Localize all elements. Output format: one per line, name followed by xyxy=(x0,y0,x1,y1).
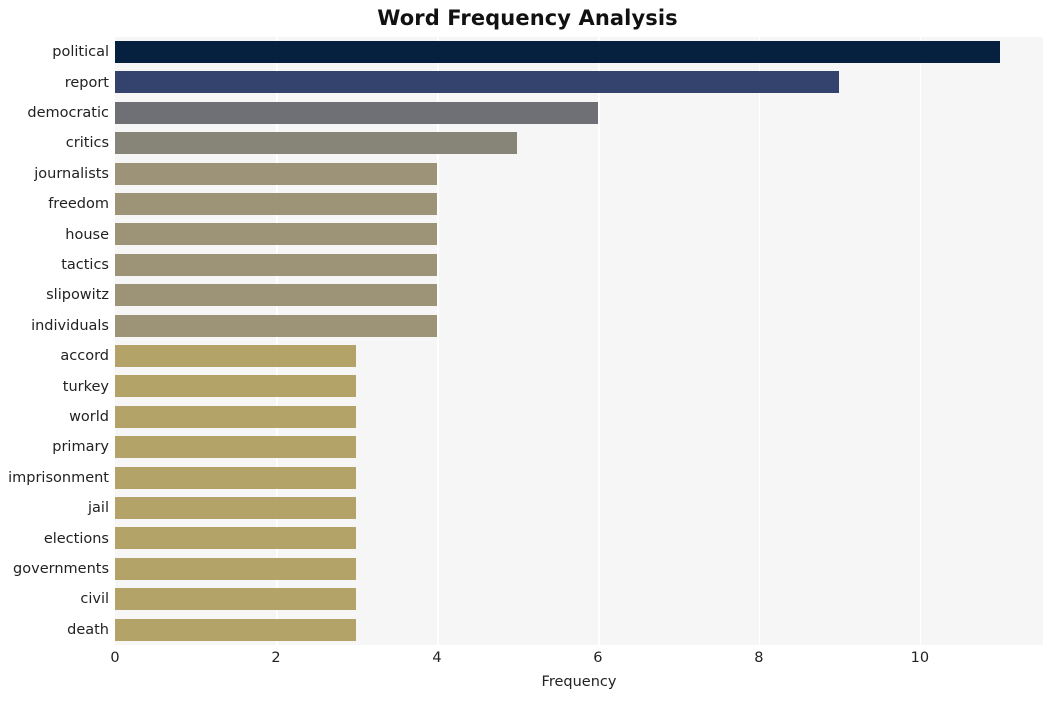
bars-layer xyxy=(115,37,1043,645)
x-tick-label-6: 6 xyxy=(593,650,603,666)
bar-slipowitz[interactable] xyxy=(115,284,437,307)
y-tick-label-democratic: democratic xyxy=(27,105,109,121)
y-tick-label-civil: civil xyxy=(80,591,109,608)
bar-freedom[interactable] xyxy=(115,193,437,215)
y-tick-label-imprisonment: imprisonment xyxy=(8,469,109,486)
y-tick-label-individuals: individuals xyxy=(31,317,109,334)
bar-primary[interactable] xyxy=(115,436,357,459)
x-axis-title: Frequency xyxy=(541,674,617,690)
x-axis-tick-labels: 0 2 4 6 8 10 xyxy=(0,648,1055,672)
y-tick-label-death: death xyxy=(67,621,109,638)
y-tick-label-freedom: freedom xyxy=(48,196,109,213)
bar-political[interactable] xyxy=(115,41,1001,63)
bar-turkey[interactable] xyxy=(115,375,357,398)
chart-title: Word Frequency Analysis xyxy=(377,6,678,30)
plot-area xyxy=(115,37,1043,645)
y-tick-label-primary: primary xyxy=(52,439,109,456)
bar-tactics[interactable] xyxy=(115,253,437,276)
x-tick-label-4: 4 xyxy=(432,650,442,666)
bar-world[interactable] xyxy=(115,405,357,428)
bar-journalists[interactable] xyxy=(115,162,437,185)
bar-jail[interactable] xyxy=(115,497,357,519)
y-tick-label-world: world xyxy=(69,409,109,425)
bar-report[interactable] xyxy=(115,71,840,94)
bar-civil[interactable] xyxy=(115,588,357,611)
word-frequency-chart: Word Frequency Analysis political report d… xyxy=(0,0,1055,701)
y-tick-label-tactics: tactics xyxy=(61,257,109,273)
bar-accord[interactable] xyxy=(115,345,357,367)
x-tick-label-10: 10 xyxy=(910,650,930,666)
y-tick-label-journalists: journalists xyxy=(34,165,109,182)
y-tick-label-jail: jail xyxy=(88,500,109,517)
x-tick-label-8: 8 xyxy=(754,650,764,666)
y-tick-label-accord: accord xyxy=(60,348,109,365)
bar-governments[interactable] xyxy=(115,557,357,580)
bar-house[interactable] xyxy=(115,223,437,246)
bar-individuals[interactable] xyxy=(115,314,437,337)
x-tick-label-2: 2 xyxy=(271,650,281,666)
y-tick-label-turkey: turkey xyxy=(62,378,109,395)
y-tick-label-critics: critics xyxy=(65,135,109,152)
bar-democratic[interactable] xyxy=(115,101,598,124)
bar-death[interactable] xyxy=(115,618,357,641)
y-axis-tick-labels: political report democratic critics journali… xyxy=(0,37,109,645)
y-tick-label-house: house xyxy=(65,226,109,243)
bar-elections[interactable] xyxy=(115,527,357,550)
y-tick-label-report: report xyxy=(64,74,109,91)
bar-critics[interactable] xyxy=(115,132,518,155)
y-tick-label-governments: governments xyxy=(13,561,109,577)
bar-imprisonment[interactable] xyxy=(115,466,357,489)
x-tick-label-0: 0 xyxy=(110,650,120,666)
y-tick-label-slipowitz: slipowitz xyxy=(46,287,109,304)
y-tick-label-elections: elections xyxy=(43,530,109,547)
y-tick-label-political: political xyxy=(52,44,109,61)
